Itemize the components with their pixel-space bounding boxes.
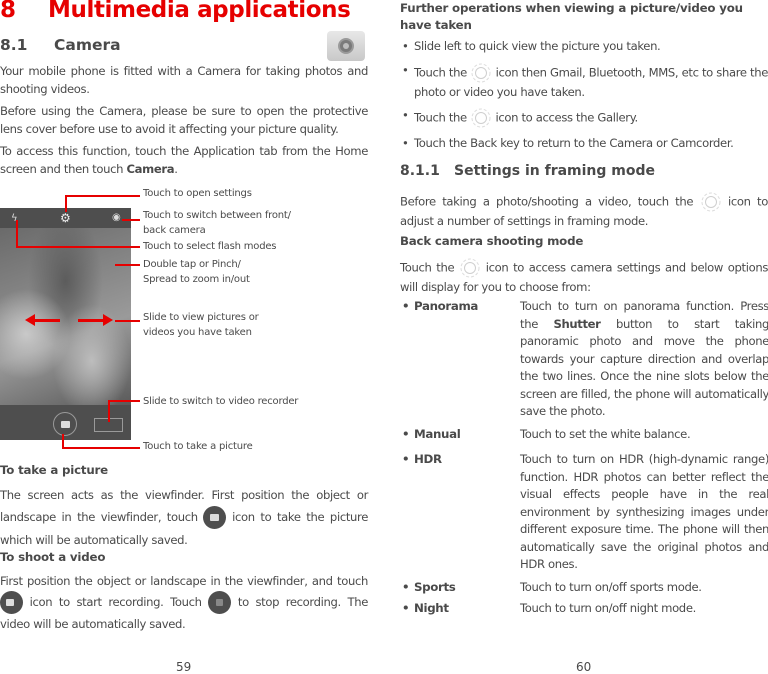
callout-flash-modes: Touch to select flash modes (143, 241, 277, 252)
intro-paragraph-2: Before using the Camera, please be sure … (0, 104, 368, 136)
page-60: Further operations when viewing a pictur… (400, 0, 768, 674)
slide-right-arrow-icon (78, 319, 103, 322)
back-camera-heading: Back camera shooting mode (400, 234, 584, 248)
shoot-video-text: First position the object or landscape i… (0, 574, 368, 631)
video-record-icon (0, 591, 23, 614)
settings-gear-icon[interactable]: ⚙ (60, 211, 71, 225)
switch-camera-icon[interactable]: ◉ (112, 212, 121, 223)
list-item: Slide left to quick view the picture you… (400, 38, 768, 56)
list-item: Touch the icon to access the Gallery. (400, 107, 768, 129)
list-item: Touch the Back key to return to the Came… (400, 135, 768, 153)
callout-video-recorder: Slide to switch to video recorder (143, 396, 299, 407)
page-number: 60 (576, 660, 592, 674)
settings-icon (701, 192, 721, 212)
gallery-icon (471, 108, 491, 128)
subsection-title: 8.1.1 Settings in framing mode (400, 163, 656, 179)
back-camera-text: Touch the icon to access camera settings… (400, 257, 768, 297)
further-operations-heading: Further operations when viewing a pictur… (400, 1, 743, 32)
camera-app-icon (327, 31, 365, 61)
take-picture-text: The screen acts as the viewfinder. First… (0, 488, 368, 547)
callout-open-settings: Touch to open settings (143, 188, 252, 199)
intro-paragraph-1: Your mobile phone is fitted with a Camer… (0, 64, 368, 96)
settings-icon (460, 258, 480, 278)
stop-record-icon (208, 591, 232, 614)
section-title: 8.1 Camera (0, 36, 121, 54)
take-picture-heading: To take a picture (0, 463, 108, 477)
callout-view-pictures: Slide to view pictures or videos you hav… (143, 312, 259, 338)
page-59: 8 Multimedia applications 8.1 Camera Your … (0, 0, 370, 674)
callout-zoom: Double tap or Pinch/ Spread to zoom in/o… (143, 259, 250, 285)
shutter-icon (203, 506, 227, 529)
page-number: 59 (176, 660, 192, 674)
callout-switch-camera: Touch to switch between front/ back came… (143, 210, 291, 236)
chapter-title: 8 Multimedia applications (0, 0, 351, 23)
framing-mode-text: Before taking a photo/shooting a video, … (400, 191, 768, 231)
further-operations-list: Slide left to quick view the picture you… (400, 38, 768, 153)
callout-take-picture: Touch to take a picture (143, 441, 253, 452)
list-item: Touch the icon then Gmail, Bluetooth, MM… (400, 62, 768, 102)
share-icon (471, 63, 491, 82)
shoot-video-heading: To shoot a video (0, 550, 106, 564)
access-paragraph: To access this function, touch the Appli… (0, 144, 368, 176)
shutter-button-icon[interactable] (53, 412, 77, 436)
